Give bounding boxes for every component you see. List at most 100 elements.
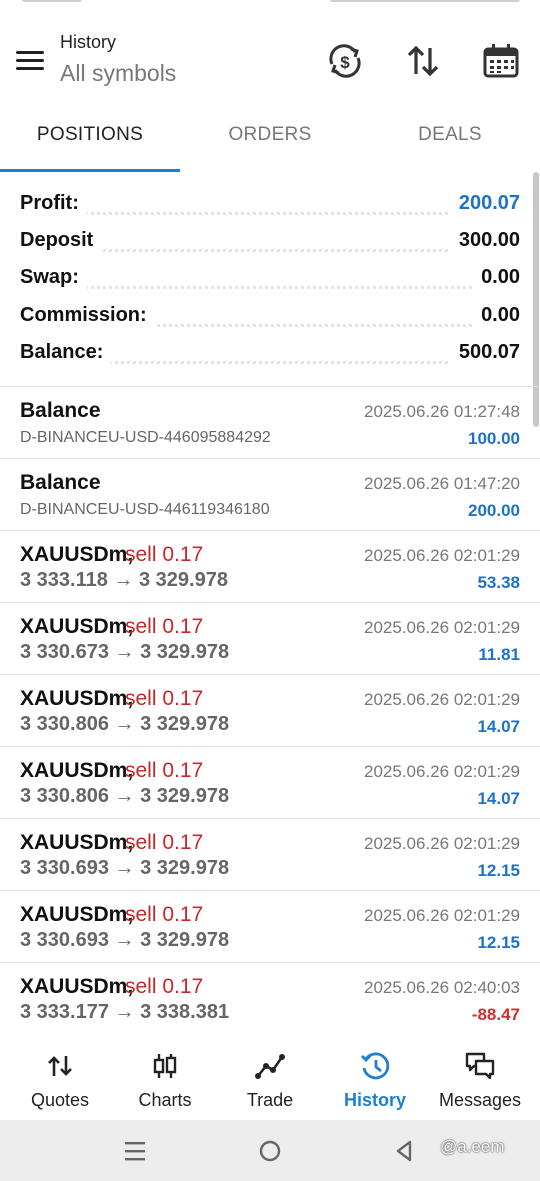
position-side: sell 0.17 xyxy=(125,759,204,782)
summary-label: Swap: xyxy=(20,266,87,289)
nav-history[interactable]: History xyxy=(321,1032,429,1120)
system-navigation-bar: @a.eem xyxy=(0,1120,540,1181)
summary-row-swap: Swap: 0.00 xyxy=(20,266,520,296)
position-datetime: 2025.06.26 02:01:29 xyxy=(364,906,520,925)
candlestick-icon xyxy=(153,1054,177,1078)
list-item[interactable]: XAUUSDm, sell 0.17 3 330.693 → 3 329.978… xyxy=(0,818,540,891)
position-side: sell 0.17 xyxy=(125,975,204,998)
summary-value: 0.00 xyxy=(473,266,520,289)
position-side: sell 0.17 xyxy=(125,831,204,854)
summary-row-profit: Profit: 200.07 xyxy=(20,192,520,222)
position-side: sell 0.17 xyxy=(125,903,204,926)
nav-label: Quotes xyxy=(30,1090,90,1110)
nav-label: History xyxy=(343,1090,406,1110)
position-symbol: XAUUSDm, xyxy=(20,831,134,854)
symbol-filter[interactable]: All symbols xyxy=(60,60,176,87)
calendar-icon[interactable] xyxy=(480,40,522,82)
summary-value: 300.00 xyxy=(450,229,520,252)
bottom-navigation: Quotes Charts Trade History Messages xyxy=(0,1032,540,1120)
list-item[interactable]: XAUUSDm, sell 0.17 3 330.806 → 3 329.978… xyxy=(0,746,540,819)
position-datetime: 2025.06.26 02:01:29 xyxy=(364,834,520,853)
position-profit: 12.15 xyxy=(477,861,520,880)
entry-datetime: 2025.06.26 01:27:48 xyxy=(364,402,520,421)
summary-value: 200.07 xyxy=(450,192,520,215)
position-side: sell 0.17 xyxy=(125,615,204,638)
entry-account: D-BINANCEU-USD-446119346180 xyxy=(20,501,270,518)
position-prices: 3 333.177 → 3 338.381 xyxy=(20,1001,230,1023)
position-profit: 14.07 xyxy=(477,789,520,808)
position-profit: 11.81 xyxy=(478,645,520,664)
dotted-leader xyxy=(20,286,520,289)
tab-positions[interactable]: POSITIONS xyxy=(0,124,180,146)
list-item[interactable]: XAUUSDm, sell 0.17 3 333.118 → 3 329.978… xyxy=(0,530,540,603)
back-icon[interactable] xyxy=(388,1134,422,1168)
menu-icon[interactable] xyxy=(14,48,46,72)
list-item[interactable]: XAUUSDm, sell 0.17 3 333.177 → 3 338.381… xyxy=(0,962,540,1035)
nav-trade[interactable]: Trade xyxy=(216,1032,324,1120)
position-side: sell 0.17 xyxy=(125,543,204,566)
nav-label: Charts xyxy=(138,1090,192,1110)
history-tabs: POSITIONS ORDERS DEALS xyxy=(0,112,540,172)
position-datetime: 2025.06.26 02:01:29 xyxy=(364,690,520,709)
entry-account: D-BINANCEU-USD-446095884292 xyxy=(20,429,271,446)
nav-label: Messages xyxy=(438,1090,522,1110)
position-datetime: 2025.06.26 02:01:29 xyxy=(364,762,520,781)
position-symbol: XAUUSDm, xyxy=(20,975,134,998)
recent-apps-icon[interactable] xyxy=(118,1134,152,1168)
summary-value: 0.00 xyxy=(473,304,520,327)
summary-label: Deposit xyxy=(20,229,102,252)
page-title: History xyxy=(60,32,117,52)
sort-icon[interactable] xyxy=(402,40,444,82)
tab-deals[interactable]: DEALS xyxy=(360,124,540,146)
entry-title: Balance xyxy=(20,399,101,422)
nav-messages[interactable]: Messages xyxy=(426,1032,534,1120)
position-prices: 3 330.806 → 3 329.978 xyxy=(20,785,230,807)
position-datetime: 2025.06.26 02:01:29 xyxy=(364,546,520,565)
position-profit: 53.38 xyxy=(477,573,520,592)
position-datetime: 2025.06.26 02:40:03 xyxy=(364,978,520,997)
list-item[interactable]: XAUUSDm, sell 0.17 3 330.806 → 3 329.978… xyxy=(0,674,540,747)
list-item[interactable]: Balance D-BINANCEU-USD-446119346180 2025… xyxy=(0,458,540,531)
list-item[interactable]: Balance D-BINANCEU-USD-446095884292 2025… xyxy=(0,386,540,459)
position-prices: 3 333.118 → 3 329.978 xyxy=(20,569,228,591)
history-clock-icon xyxy=(361,1052,390,1080)
home-icon[interactable] xyxy=(253,1134,287,1168)
tab-orders[interactable]: ORDERS xyxy=(180,124,360,146)
position-prices: 3 330.693 → 3 329.978 xyxy=(20,857,230,879)
entry-amount: 100.00 xyxy=(468,429,520,448)
trade-line-icon xyxy=(255,1054,285,1079)
entry-amount: 200.00 xyxy=(468,501,520,520)
nav-quotes[interactable]: Quotes xyxy=(6,1032,114,1120)
currency-exchange-icon[interactable]: $ xyxy=(324,40,366,82)
summary-label: Profit: xyxy=(20,192,87,215)
entry-title: Balance xyxy=(20,471,101,494)
watermark-text: @a.eem xyxy=(440,1137,505,1156)
active-tab-indicator xyxy=(0,169,180,172)
dotted-leader xyxy=(20,212,520,215)
position-symbol: XAUUSDm, xyxy=(20,543,134,566)
messages-icon xyxy=(465,1052,495,1080)
svg-text:$: $ xyxy=(340,53,350,72)
position-prices: 3 330.673 → 3 329.978 xyxy=(20,641,230,663)
position-profit: -88.47 xyxy=(471,1005,520,1024)
position-symbol: XAUUSDm, xyxy=(20,903,134,926)
summary-label: Commission: xyxy=(20,304,155,327)
summary-value: 500.07 xyxy=(450,341,520,364)
summary-row-deposit: Deposit 300.00 xyxy=(20,229,520,259)
position-symbol: XAUUSDm, xyxy=(20,759,134,782)
position-datetime: 2025.06.26 02:01:29 xyxy=(364,618,520,637)
app-header: History All symbols $ xyxy=(0,8,540,108)
status-bar-remnant xyxy=(0,0,540,8)
position-prices: 3 330.693 → 3 329.978 xyxy=(20,929,230,951)
summary-row-commission: Commission: 0.00 xyxy=(20,304,520,334)
nav-charts[interactable]: Charts xyxy=(111,1032,219,1120)
summary-label: Balance: xyxy=(20,341,112,364)
list-item[interactable]: XAUUSDm, sell 0.17 3 330.673 → 3 329.978… xyxy=(0,602,540,675)
summary-row-balance: Balance: 500.07 xyxy=(20,341,520,371)
position-side: sell 0.17 xyxy=(125,687,204,710)
position-prices: 3 330.806 → 3 329.978 xyxy=(20,713,230,735)
list-item[interactable]: XAUUSDm, sell 0.17 3 330.693 → 3 329.978… xyxy=(0,890,540,963)
position-profit: 14.07 xyxy=(477,717,520,736)
position-symbol: XAUUSDm, xyxy=(20,615,134,638)
entry-datetime: 2025.06.26 01:47:20 xyxy=(364,474,520,493)
